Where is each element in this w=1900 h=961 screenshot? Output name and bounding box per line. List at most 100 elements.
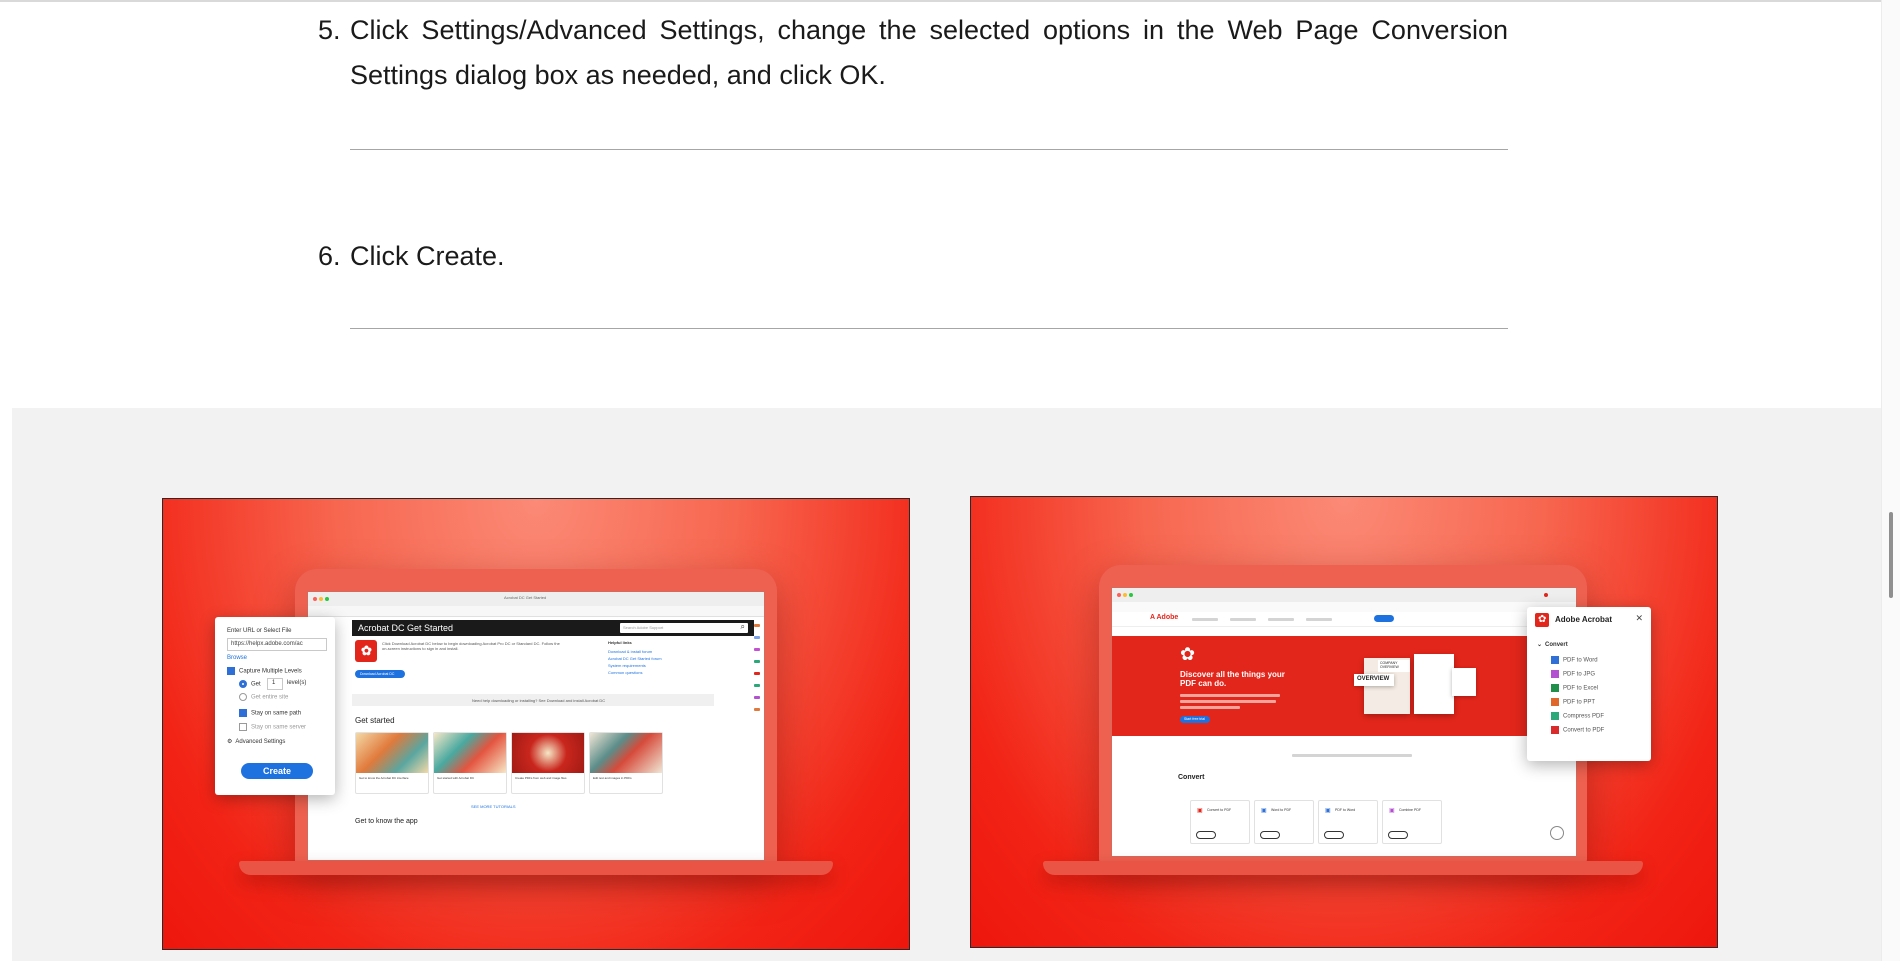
intro-text: Click Download Acrobat DC below to begin… xyxy=(382,641,560,651)
acrobat-extension-icon[interactable] xyxy=(1544,593,1548,597)
tool-card[interactable]: ▣ PDF to Word xyxy=(1318,800,1378,844)
browser-chrome: Acrobat DC Get Started xyxy=(308,592,764,607)
header-title: Acrobat DC Get Started xyxy=(358,623,454,633)
radio-icon xyxy=(239,693,247,701)
hero-collage: OVERVIEW COMPANY OVERVIEW xyxy=(1344,650,1476,726)
acrobat-logo: ✿ xyxy=(355,640,377,662)
panel-title: Adobe Acrobat xyxy=(1555,615,1613,624)
window-title: Acrobat DC Get Started xyxy=(504,595,547,600)
minimize-dot-icon xyxy=(319,597,323,601)
browse-link[interactable]: Browse xyxy=(227,655,247,661)
adobe-acrobat-extension-image[interactable]: A Adobe ✿ Discover all the things your P… xyxy=(970,496,1718,948)
see-more-link[interactable]: SEE MORE TUTORIALS xyxy=(471,804,516,809)
step-text: Click Settings/Advanced Settings, change… xyxy=(350,15,1508,90)
page-header: Acrobat DC Get Started Search Adobe Supp… xyxy=(352,620,754,636)
sub-tabs xyxy=(1292,754,1412,757)
tutorial-thumbnail xyxy=(590,733,662,773)
hero-title: Discover all the things your PDF can do. xyxy=(1180,670,1285,688)
pdf-word-icon: ▣ xyxy=(1325,808,1331,814)
levels-input[interactable]: 1 xyxy=(267,678,283,690)
levels-label: level(s) xyxy=(287,680,307,686)
helpful-link[interactable]: Download & install forum xyxy=(608,649,652,654)
radio-selected-icon xyxy=(239,680,247,688)
panel-item-pdf-to-ppt[interactable]: PDF to PPT xyxy=(1551,698,1595,706)
pdf-to-jpg-icon xyxy=(1551,670,1559,678)
adobe-logo: A Adobe xyxy=(1150,614,1179,621)
same-path-checkbox[interactable]: Stay on same path xyxy=(239,709,301,717)
panel-item-pdf-to-jpg[interactable]: PDF to JPG xyxy=(1551,670,1595,678)
tutorial-card[interactable]: Get started with Acrobat DC xyxy=(433,732,507,794)
same-server-checkbox[interactable]: Stay on same server xyxy=(239,723,306,731)
site-nav: A Adobe xyxy=(1112,612,1576,627)
web-page-dialog: Enter URL or Select File https://helpx.a… xyxy=(215,617,335,795)
overview-badge: OVERVIEW xyxy=(1354,674,1394,686)
acrobat-logo: ✿ xyxy=(1535,613,1549,627)
laptop-screen: A Adobe ✿ Discover all the things your P… xyxy=(1111,587,1577,857)
try-now-button[interactable] xyxy=(1196,831,1216,839)
tutorial-card[interactable]: Edit text and images in PDFs xyxy=(589,732,663,794)
scrollbar-thumb[interactable] xyxy=(1889,512,1893,598)
word-pdf-icon: ▣ xyxy=(1261,808,1267,814)
search-placeholder: Search Adobe Support xyxy=(623,625,664,630)
advanced-settings-link[interactable]: ⚙ Advanced Settings xyxy=(227,738,285,745)
search-input[interactable]: Search Adobe Support ⌕ xyxy=(620,622,748,633)
scrollbar[interactable] xyxy=(1881,0,1900,961)
laptop-screen: Acrobat DC Get Started Acrobat DC Get St… xyxy=(307,591,765,861)
tutorial-thumbnail xyxy=(434,733,506,773)
url-field[interactable]: https://helpx.adobe.com/ac xyxy=(227,638,327,651)
buy-now-button[interactable] xyxy=(1374,615,1394,622)
get-levels-radio[interactable]: Get xyxy=(239,680,261,688)
chevron-down-icon: ⌄ xyxy=(1537,642,1543,648)
step-number: 6. xyxy=(318,241,341,271)
search-icon: ⌕ xyxy=(740,622,745,631)
panel-item-convert-to-pdf[interactable]: Convert to PDF xyxy=(1551,726,1604,734)
checkbox-icon xyxy=(239,723,247,731)
pdf-to-excel-icon xyxy=(1551,684,1559,692)
compress-pdf-icon xyxy=(1551,712,1559,720)
tool-rail xyxy=(752,616,762,746)
try-now-button[interactable] xyxy=(1324,831,1344,839)
download-button[interactable]: Download Acrobat DC xyxy=(355,670,405,678)
maximize-dot-icon xyxy=(325,597,329,601)
create-button[interactable]: Create xyxy=(241,763,313,779)
maximize-dot-icon xyxy=(1129,593,1133,597)
try-now-button[interactable] xyxy=(1260,831,1280,839)
pdf-to-ppt-icon xyxy=(1551,698,1559,706)
helpful-link[interactable]: Common questions xyxy=(608,670,642,675)
checkbox-checked-icon xyxy=(239,709,247,717)
tutorial-card[interactable]: Get to know the Acrobat DC interface xyxy=(355,732,429,794)
entire-site-radio[interactable]: Get entire site xyxy=(239,693,288,701)
convert-pdf-icon: ▣ xyxy=(1197,808,1203,814)
close-icon[interactable]: ✕ xyxy=(1635,613,1643,624)
minimize-dot-icon xyxy=(1123,593,1127,597)
checkbox-checked-icon xyxy=(227,667,235,675)
tutorial-thumbnail xyxy=(356,733,428,773)
chat-icon[interactable] xyxy=(1550,826,1564,840)
browser-chrome xyxy=(1112,588,1576,603)
tool-card[interactable]: ▣ Convert to PDF xyxy=(1190,800,1250,844)
close-dot-icon xyxy=(1117,593,1121,597)
tutorial-card[interactable]: Create PDFs from web and image files xyxy=(511,732,585,794)
panel-section[interactable]: ⌄ Convert xyxy=(1537,641,1568,648)
capture-multiple-checkbox[interactable]: Capture Multiple Levels xyxy=(227,667,302,675)
convert-heading: Convert xyxy=(1178,774,1205,781)
divider xyxy=(350,328,1508,329)
try-now-button[interactable] xyxy=(1388,831,1408,839)
acrobat-get-started-image[interactable]: Acrobat DC Get Started Acrobat DC Get St… xyxy=(162,498,910,950)
company-badge: COMPANY OVERVIEW xyxy=(1378,660,1410,672)
get-to-know-heading: Get to know the app xyxy=(355,818,418,825)
get-started-heading: Get started xyxy=(355,716,395,725)
laptop-base xyxy=(1043,861,1643,875)
convert-to-pdf-icon xyxy=(1551,726,1559,734)
helpful-link[interactable]: Acrobat DC Get Started forum xyxy=(608,656,662,661)
panel-item-pdf-to-word[interactable]: PDF to Word xyxy=(1551,656,1598,664)
step-number: 5. xyxy=(318,15,341,45)
dialog-title: Enter URL or Select File xyxy=(227,628,292,634)
tool-card[interactable]: ▣ Word to PDF xyxy=(1254,800,1314,844)
top-border xyxy=(0,0,1900,2)
helpful-link[interactable]: System requirements xyxy=(608,663,646,668)
hero-button[interactable]: Start free trial xyxy=(1180,716,1210,723)
tool-card[interactable]: ▣ Combine PDF xyxy=(1382,800,1442,844)
panel-item-pdf-to-excel[interactable]: PDF to Excel xyxy=(1551,684,1598,692)
panel-item-compress-pdf[interactable]: Compress PDF xyxy=(1551,712,1604,720)
